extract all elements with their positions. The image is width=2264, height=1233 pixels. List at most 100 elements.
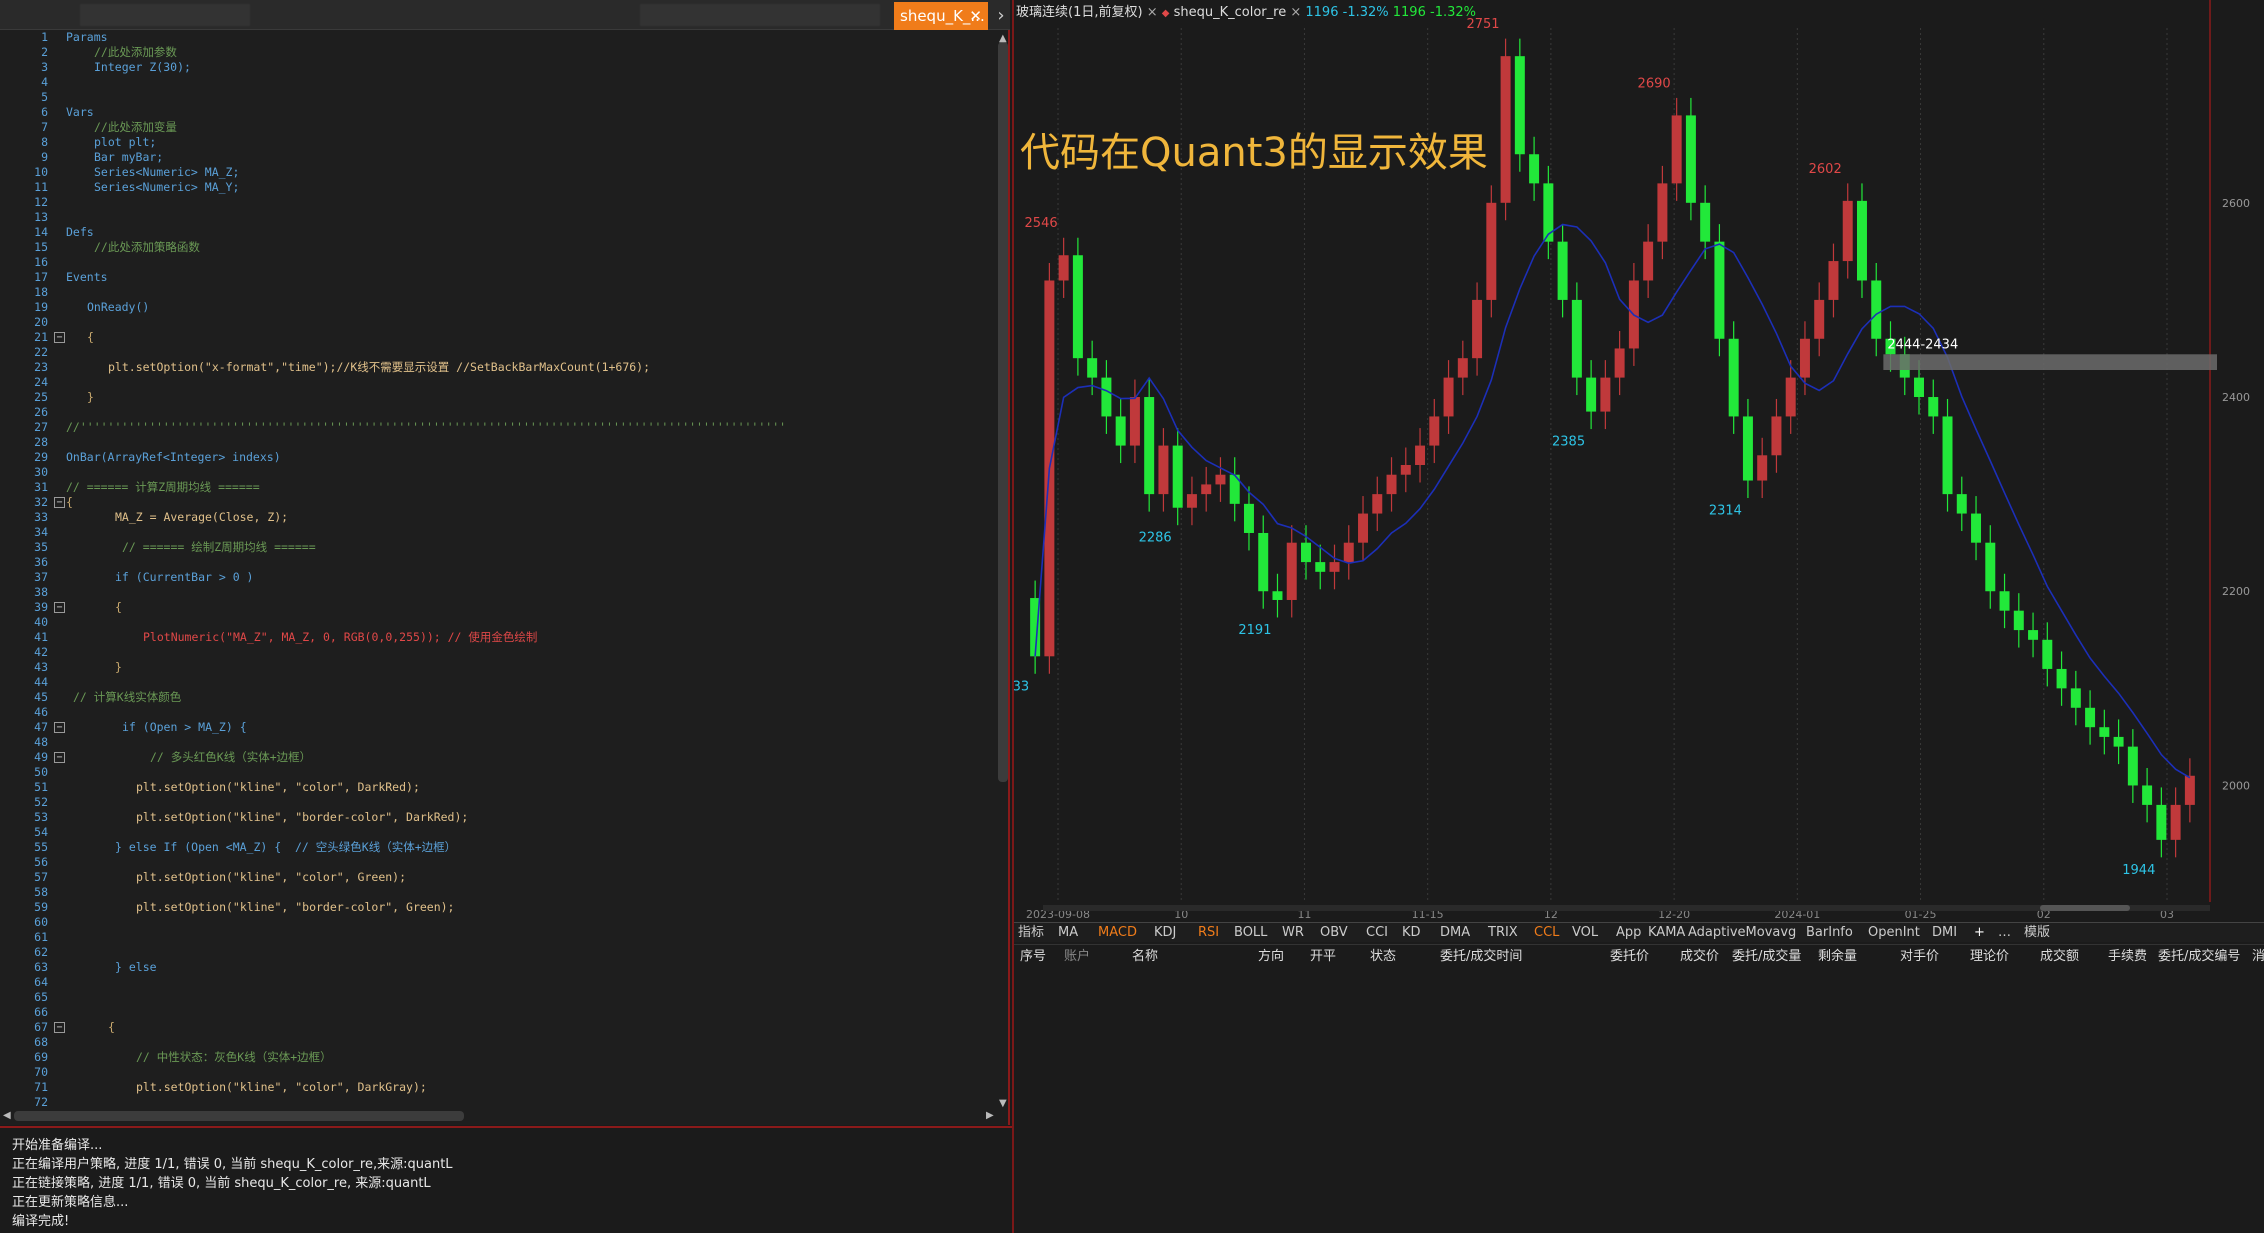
indicator-tab[interactable]: BOLL [1234,923,1267,943]
orders-column-header[interactable]: 委托价 [1610,945,1649,969]
code-line[interactable]: 27 //''''''''''''''''''''''''''''''''''''… [0,420,990,435]
code-line[interactable]: 44 [0,675,990,690]
orders-column-header[interactable]: 委托/成交量 [1732,945,1801,969]
code-line[interactable]: 2 //此处添加参数 [0,45,990,60]
scroll-up-icon[interactable]: ▲ [999,33,1007,44]
code-line[interactable]: 24 [0,375,990,390]
indicator-tab[interactable]: OpenInt [1868,923,1920,943]
code-line[interactable]: 30 [0,465,990,480]
code-line[interactable]: 64 [0,975,990,990]
code-line[interactable]: 9 Bar myBar; [0,150,990,165]
code-line[interactable]: 20 [0,315,990,330]
code-line[interactable]: 12 [0,195,990,210]
code-line[interactable]: 51 plt.setOption("kline", "color", DarkRe… [0,780,990,795]
editor-tab-hidden-2[interactable] [640,4,880,26]
code-line[interactable]: 59 plt.setOption("kline", "border-color",… [0,900,990,915]
orders-column-header[interactable]: 序号 [1020,945,1046,969]
indicator-tab[interactable]: KD [1402,923,1421,943]
indicator-tab[interactable]: MACD [1098,923,1137,943]
code-line[interactable]: 19 OnReady() [0,300,990,315]
code-line[interactable]: 29 OnBar(ArrayRef<Integer> indexs) [0,450,990,465]
scroll-left-icon[interactable]: ◀ [3,1110,11,1121]
close-symbol-icon[interactable]: × [1147,5,1158,20]
indicator-tab[interactable]: CCI [1366,923,1388,943]
code-line[interactable]: 22 [0,345,990,360]
orders-column-header[interactable]: 委托/成交编号 [2158,945,2240,969]
orders-column-header[interactable]: 对手价 [1900,945,1939,969]
editor-tab-active[interactable]: shequ_K_... ✕ [894,2,988,30]
indicator-tab[interactable]: WR [1282,923,1304,943]
code-line[interactable]: 41 PlotNumeric("MA_Z", MA_Z, 0, RGB(0,0,2… [0,630,990,645]
code-line[interactable]: 48 [0,735,990,750]
code-line[interactable]: 17 Events [0,270,990,285]
code-line[interactable]: 50 [0,765,990,780]
code-line[interactable]: 52 [0,795,990,810]
orders-column-header[interactable]: 账户 [1064,945,1090,969]
indicator-tab[interactable]: VOL [1572,923,1598,943]
indicator-tab[interactable]: OBV [1320,923,1348,943]
code-line[interactable]: 16 [0,255,990,270]
code-line[interactable]: 61 [0,930,990,945]
code-line[interactable]: 31 // ====== 计算Z周期均线 ====== [0,480,990,495]
code-line[interactable]: 25} [0,390,990,405]
fold-toggle-icon[interactable]: − [54,752,65,763]
code-line[interactable]: 8 plot plt; [0,135,990,150]
fold-toggle-icon[interactable]: − [54,722,65,733]
indicator-tab[interactable]: BarInfo [1806,923,1853,943]
orders-column-header[interactable]: 剩余量 [1818,945,1857,969]
code-line[interactable]: 54 [0,825,990,840]
orders-column-header[interactable]: 方向 [1258,945,1284,969]
orders-column-header[interactable]: 消 [2252,945,2264,969]
code-line[interactable]: 38 [0,585,990,600]
close-study-icon[interactable]: × [1290,5,1301,20]
indicator-tab[interactable]: TRIX [1488,923,1518,943]
code-line[interactable]: 60 [0,915,990,930]
orders-column-header[interactable]: 手续费 [2108,945,2147,969]
code-line[interactable]: 4 [0,75,990,90]
orders-column-header[interactable]: 状态 [1370,945,1396,969]
code-line[interactable]: 49− // 多头红色K线（实体+边框） [0,750,990,765]
code-line[interactable]: 7 //此处添加变量 [0,120,990,135]
orders-column-header[interactable]: 开平 [1310,945,1336,969]
orders-column-header[interactable]: 名称 [1132,945,1158,969]
tab-scroll-right-icon[interactable]: › [992,2,1010,30]
close-icon[interactable]: ✕ [969,2,982,30]
fold-toggle-icon[interactable]: − [54,497,65,508]
code-line[interactable]: 26 [0,405,990,420]
indicator-tab[interactable]: + [1974,923,1985,943]
code-line[interactable]: 43} [0,660,990,675]
indicator-tab[interactable]: MA [1058,923,1078,943]
editor-tab-hidden-1[interactable] [80,4,250,26]
code-line[interactable]: 6 Vars [0,105,990,120]
scroll-right-icon[interactable]: ▶ [986,1110,994,1121]
code-line[interactable]: 23 plt.setOption("x-format","time");//K线不… [0,360,990,375]
code-line[interactable]: 63} else [0,960,990,975]
fold-toggle-icon[interactable]: − [54,1022,65,1033]
code-line[interactable]: 42 [0,645,990,660]
code-line[interactable]: 18 [0,285,990,300]
code-line[interactable]: 1 Params [0,30,990,45]
orders-column-header[interactable]: 成交额 [2040,945,2079,969]
fold-toggle-icon[interactable]: − [54,602,65,613]
code-line[interactable]: 21− { [0,330,990,345]
orders-column-header[interactable]: 委托/成交时间 [1440,945,1522,969]
code-line[interactable]: 71 plt.setOption("kline", "color", DarkGr… [0,1080,990,1095]
code-line[interactable]: 72 [0,1095,990,1108]
code-line[interactable]: 47− if (Open > MA_Z) { [0,720,990,735]
indicator-tab[interactable]: … [1998,923,2011,943]
code-line[interactable]: 70 [0,1065,990,1080]
fold-toggle-icon[interactable]: − [54,332,65,343]
indicator-tab[interactable]: App [1616,923,1641,943]
code-line[interactable]: 67− { [0,1020,990,1035]
indicator-tab[interactable]: 模版 [2024,923,2050,943]
code-line[interactable]: 56 [0,855,990,870]
code-line[interactable]: 57 plt.setOption("kline", "color", Green)… [0,870,990,885]
code-line[interactable]: 36 [0,555,990,570]
code-line[interactable]: 55} else If (Open <MA_Z) { // 空头绿色K线（实体+… [0,840,990,855]
code-line[interactable]: 69 // 中性状态：灰色K线（实体+边框） [0,1050,990,1065]
code-line[interactable]: 33 MA_Z = Average(Close, Z); [0,510,990,525]
code-line[interactable]: 28 [0,435,990,450]
indicator-tab[interactable]: KDJ [1154,923,1176,943]
code-line[interactable]: 62 [0,945,990,960]
code-line[interactable]: 39− { [0,600,990,615]
